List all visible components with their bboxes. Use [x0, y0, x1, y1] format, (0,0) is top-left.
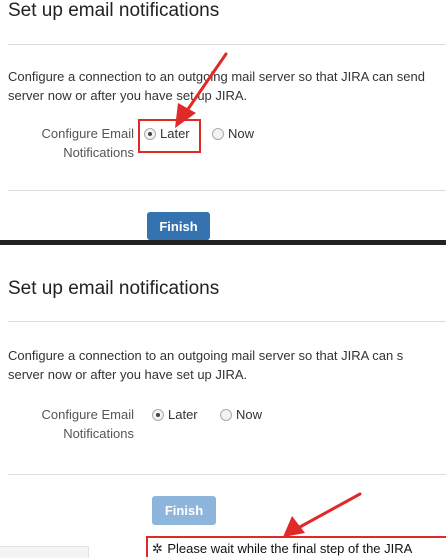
annotation-arrow-icon — [175, 52, 362, 537]
